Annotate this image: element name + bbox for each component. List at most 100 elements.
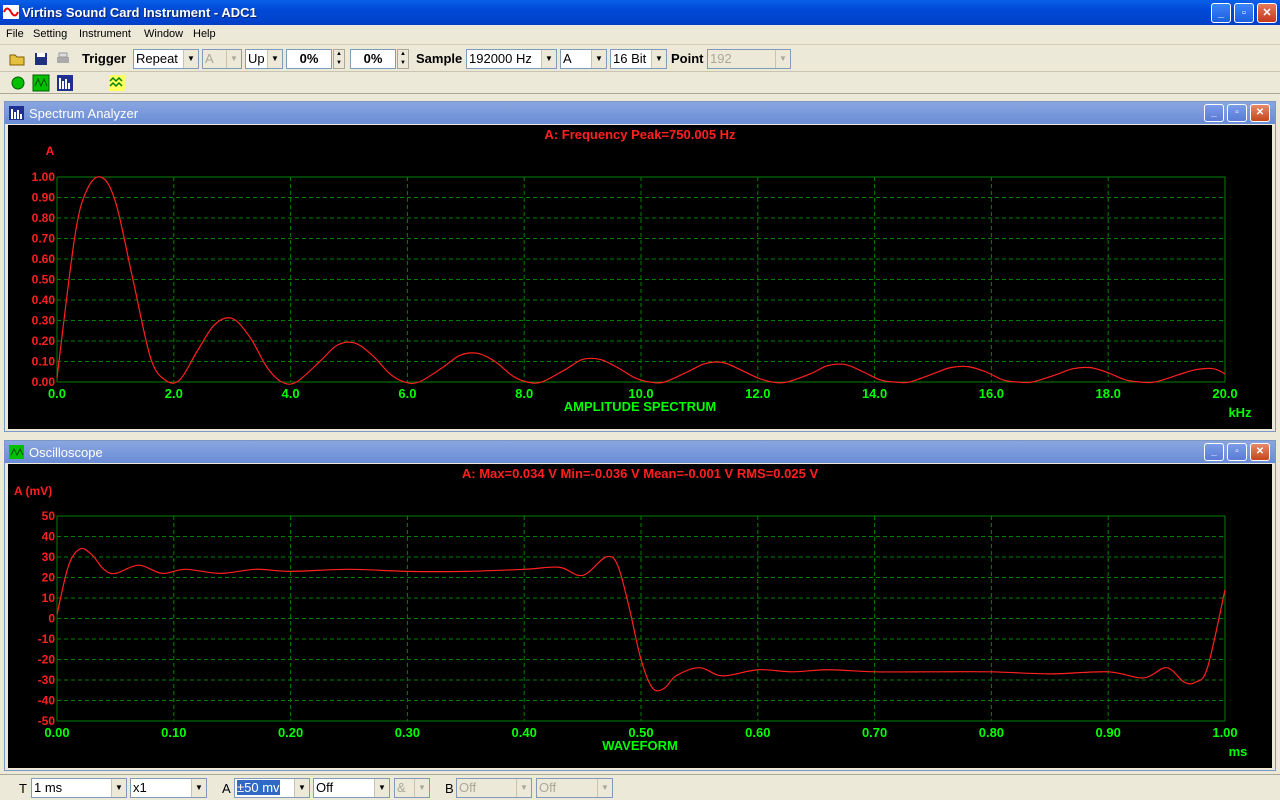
spectrum-y-tick: 0.60	[32, 252, 56, 266]
scope-maximize-button[interactable]: ▫	[1227, 443, 1247, 461]
spectrum-close-button[interactable]: ✕	[1250, 104, 1270, 122]
oscilloscope-titlebar[interactable]: Oscilloscope _ ▫ ✕	[5, 441, 1275, 463]
scope-y-tick: 0	[48, 612, 55, 626]
spectrum-x-label: AMPLITUDE SPECTRUM	[564, 399, 716, 414]
scope-y-tick: -30	[38, 673, 56, 687]
trigger-delay-input[interactable]: 0%	[350, 49, 396, 69]
minimize-button[interactable]: _	[1211, 3, 1231, 23]
spectrum-plot-area[interactable]: A: Frequency Peak=750.005 Hz A AMPLITUDE…	[8, 125, 1272, 429]
trigger-level-spinner[interactable]: ▲ ▼	[333, 49, 345, 69]
scope-y-tick: -50	[38, 714, 56, 728]
spectrum-analyzer-titlebar[interactable]: Spectrum Analyzer _ ▫ ✕	[5, 102, 1275, 124]
trigger-delay-spinner[interactable]: ▲ ▼	[397, 49, 409, 69]
spectrum-x-tick: 16.0	[979, 386, 1004, 401]
scope-y-tick: 30	[42, 550, 56, 564]
trigger-label: Trigger	[82, 51, 127, 66]
point-select[interactable]: 192 ▼	[707, 49, 791, 69]
scope-x-tick: 1.00	[1212, 725, 1237, 740]
spectrum-x-tick: 10.0	[628, 386, 653, 401]
print-icon[interactable]	[54, 50, 72, 68]
scope-x-label: WAVEFORM	[602, 738, 678, 753]
app-icon	[3, 5, 19, 19]
spectrum-x-tick: 20.0	[1212, 386, 1237, 401]
window-title: Virtins Sound Card Instrument - ADC1	[22, 5, 257, 20]
oscilloscope-title: Oscilloscope	[29, 445, 103, 460]
trigger-level-input[interactable]: 0%	[286, 49, 332, 69]
trigger-edge-select[interactable]: Up ▼	[245, 49, 283, 69]
scope-close-button[interactable]: ✕	[1250, 443, 1270, 461]
scope-minimize-button[interactable]: _	[1204, 443, 1224, 461]
spectrum-y-label: A	[46, 144, 55, 158]
scope-x-tick: 0.50	[628, 725, 653, 740]
spectrum-y-tick: 0.40	[32, 293, 56, 307]
bits-select[interactable]: 16 Bit ▼	[610, 49, 667, 69]
scope-x-tick: 0.30	[395, 725, 420, 740]
spectrum-x-tick: 18.0	[1096, 386, 1121, 401]
signal-generator-icon[interactable]	[108, 74, 126, 92]
spectrum-y-tick: 0.00	[32, 375, 56, 389]
timebase-label: T	[19, 781, 27, 796]
channel-a-range-select[interactable]: ±50 mv ▼	[234, 778, 310, 798]
scope-plot-area[interactable]: A: Max=0.034 V Min=-0.036 V Mean=-0.001 …	[8, 464, 1272, 768]
channel-operation-select[interactable]: & ▼	[394, 778, 430, 798]
trigger-source-select[interactable]: A ▼	[202, 49, 242, 69]
channel-b-label: B	[445, 781, 454, 796]
scope-header: A: Max=0.034 V Min=-0.036 V Mean=-0.001 …	[462, 466, 819, 481]
menu-instrument[interactable]: Instrument	[79, 28, 131, 40]
save-disk-icon[interactable]	[32, 50, 50, 68]
spectrum-y-tick: 1.00	[32, 170, 56, 184]
scope-chart[interactable]: A: Max=0.034 V Min=-0.036 V Mean=-0.001 …	[8, 464, 1272, 768]
maximize-button[interactable]: ▫	[1234, 3, 1254, 23]
menu-window[interactable]: Window	[144, 28, 183, 40]
spectrum-x-unit: kHz	[1228, 405, 1252, 420]
spectrum-analyzer-window: Spectrum Analyzer _ ▫ ✕ A: Frequency Pea…	[4, 101, 1276, 432]
scope-y-tick: -40	[38, 694, 56, 708]
spectrum-x-tick: 2.0	[165, 386, 183, 401]
scope-x-tick: 0.40	[512, 725, 537, 740]
sample-rate-select[interactable]: 192000 Hz ▼	[466, 49, 557, 69]
spectrum-analyzer-title: Spectrum Analyzer	[29, 106, 139, 121]
menu-help[interactable]: Help	[193, 28, 216, 40]
trigger-mode-select[interactable]: Repeat ▼	[133, 49, 199, 69]
menu-file[interactable]: File	[6, 28, 24, 40]
menu-bar: File Setting Instrument Window Help	[0, 25, 1280, 45]
spectrum-y-tick: 0.10	[32, 355, 56, 369]
scope-trace	[56, 547, 1226, 692]
channel-a-coupling-select[interactable]: Off ▼	[313, 778, 390, 798]
scope-y-label: A (mV)	[14, 484, 52, 498]
run-icon[interactable]	[9, 74, 27, 92]
scope-x-tick: 0.90	[1096, 725, 1121, 740]
spectrum-chart[interactable]: A: Frequency Peak=750.005 Hz A AMPLITUDE…	[8, 125, 1272, 429]
sample-label: Sample	[416, 51, 463, 66]
window-titlebar[interactable]: Virtins Sound Card Instrument - ADC1 _ ▫…	[0, 0, 1280, 25]
oscilloscope-window: Oscilloscope _ ▫ ✕ A: Max=0.034 V Min=-0…	[4, 440, 1276, 771]
spectrum-x-tick: 4.0	[282, 386, 300, 401]
scope-y-tick: -20	[38, 653, 56, 667]
point-label: Point	[671, 51, 704, 66]
channel-control-bar: T 1 ms ▼ x1 ▼ A ±50 mv ▼ Off ▼ & ▼ B Off ▼ Off…	[0, 774, 1280, 800]
channel-select[interactable]: A ▼	[560, 49, 607, 69]
open-folder-icon[interactable]	[8, 50, 26, 68]
spectrum-analyzer-icon[interactable]	[56, 74, 74, 92]
scope-y-tick: 50	[42, 509, 56, 523]
spectrum-minimize-button[interactable]: _	[1204, 104, 1224, 122]
timebase-select[interactable]: 1 ms ▼	[31, 778, 127, 798]
menu-setting[interactable]: Setting	[33, 28, 67, 40]
spectrum-y-tick: 0.20	[32, 334, 56, 348]
channel-b-coupling-select[interactable]: Off ▼	[536, 778, 613, 798]
oscilloscope-icon[interactable]	[32, 74, 50, 92]
scope-x-tick: 0.80	[979, 725, 1004, 740]
spectrum-maximize-button[interactable]: ▫	[1227, 104, 1247, 122]
spectrum-y-tick: 0.50	[32, 273, 56, 287]
channel-b-range-select[interactable]: Off ▼	[456, 778, 532, 798]
spectrum-x-tick: 12.0	[745, 386, 770, 401]
spectrum-y-tick: 0.80	[32, 211, 56, 225]
scope-y-tick: 40	[42, 530, 56, 544]
scope-y-tick: 10	[42, 591, 56, 605]
time-multiplier-select[interactable]: x1 ▼	[130, 778, 207, 798]
close-button[interactable]: ✕	[1257, 3, 1277, 23]
instrument-toolbar	[0, 72, 1280, 94]
spectrum-x-tick: 8.0	[515, 386, 533, 401]
channel-a-label: A	[222, 781, 231, 796]
spectrum-y-tick: 0.70	[32, 232, 56, 246]
